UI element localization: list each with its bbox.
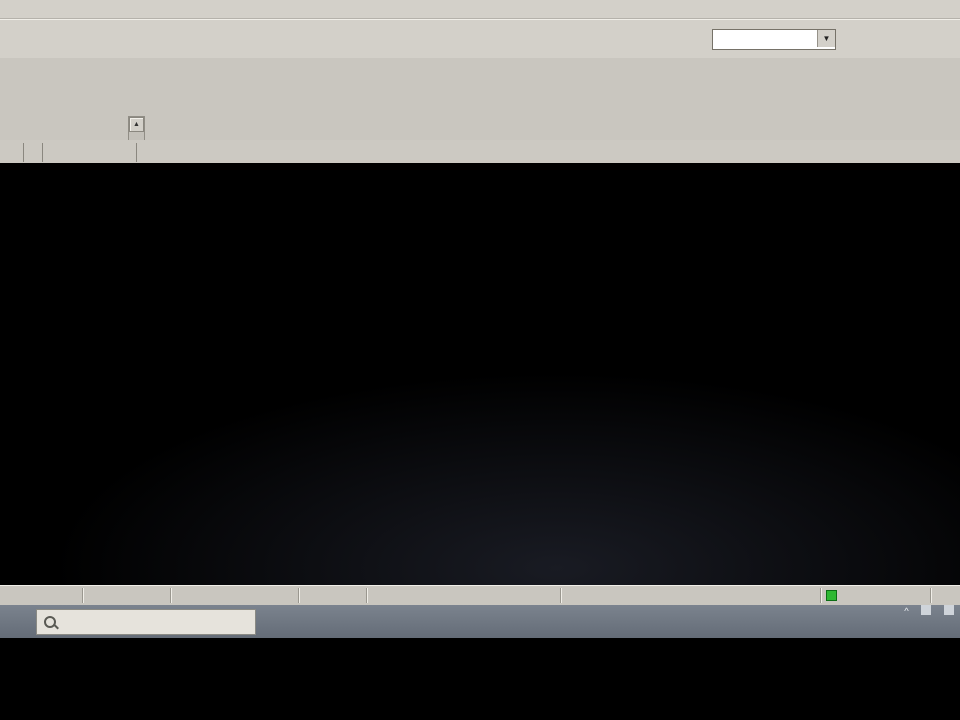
chevron-down-icon[interactable]: ▼ [817,30,835,47]
menu-bar [0,0,960,19]
data-tables: ▲ ▼ [0,58,960,140]
scroll-up-icon[interactable]: ▲ [129,117,144,132]
chevron-up-icon[interactable]: ^ [904,606,908,617]
volume-icon[interactable] [944,605,954,615]
connected-icon [826,590,837,601]
menu-item-aide[interactable] [33,9,47,11]
search-input[interactable] [36,609,256,635]
menu-item-connexions[interactable] [5,9,19,11]
system-tray: ^ [884,605,954,638]
status-bar [0,585,960,606]
menu-item-canaux[interactable] [19,9,33,11]
windows-taskbar: ^ [0,605,960,638]
status-connection [826,590,841,603]
chart-canvas[interactable] [0,163,960,585]
network-icon[interactable] [921,605,931,615]
toolbar: ▼ [0,19,960,60]
axis-tabs-bar [0,140,960,164]
tab-cut[interactable] [0,143,24,162]
preset-dropdown[interactable]: ▼ [712,29,836,50]
dyno-chart[interactable] [0,163,960,585]
application-window: ▼ ▲ ▼ [0,0,960,638]
tab-axe-kmh[interactable] [24,143,43,162]
tab-axe-regime[interactable] [118,143,137,162]
search-icon [44,616,56,628]
